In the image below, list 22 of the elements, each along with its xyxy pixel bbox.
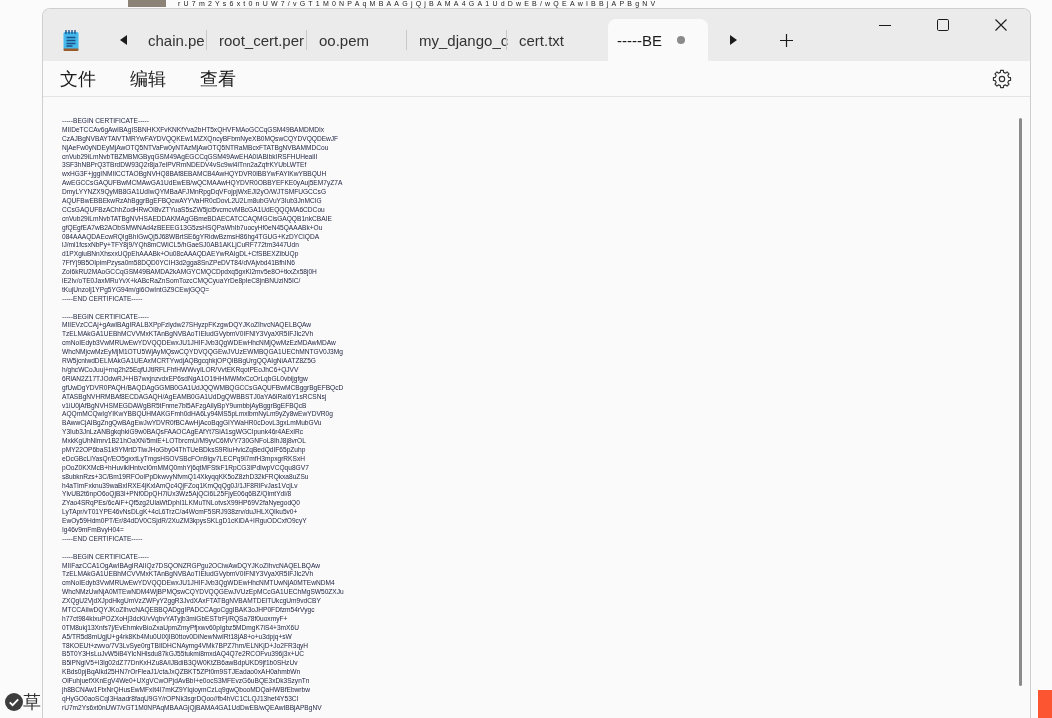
tab[interactable]: cert.txt <box>507 19 606 61</box>
minimize-icon <box>879 24 891 26</box>
close-icon <box>995 19 1007 31</box>
settings-icon <box>992 68 1012 89</box>
tab[interactable]: root_cert.per <box>207 19 306 61</box>
notepad-icon <box>63 29 79 51</box>
tab[interactable]: chain.pe <box>140 19 206 61</box>
side-panel-edge <box>1038 690 1052 718</box>
vertical-scrollbar[interactable] <box>1019 118 1022 686</box>
triangle-right-icon <box>729 35 737 45</box>
tab[interactable]: oo.pem <box>307 19 406 61</box>
tab[interactable]: my_django_c <box>407 19 506 61</box>
photo-placeholder <box>128 0 166 7</box>
tab[interactable]: -----BE <box>608 19 708 61</box>
check-circle-icon <box>5 693 23 711</box>
menu-item[interactable]: 编辑 <box>113 62 183 95</box>
page-label: 草 <box>23 691 41 713</box>
menu-item[interactable]: 文件 <box>43 62 113 95</box>
menu-item[interactable]: 查看 <box>183 62 253 95</box>
triangle-left-icon <box>119 35 127 45</box>
maximize-icon <box>937 19 949 31</box>
plus-icon <box>779 33 793 47</box>
